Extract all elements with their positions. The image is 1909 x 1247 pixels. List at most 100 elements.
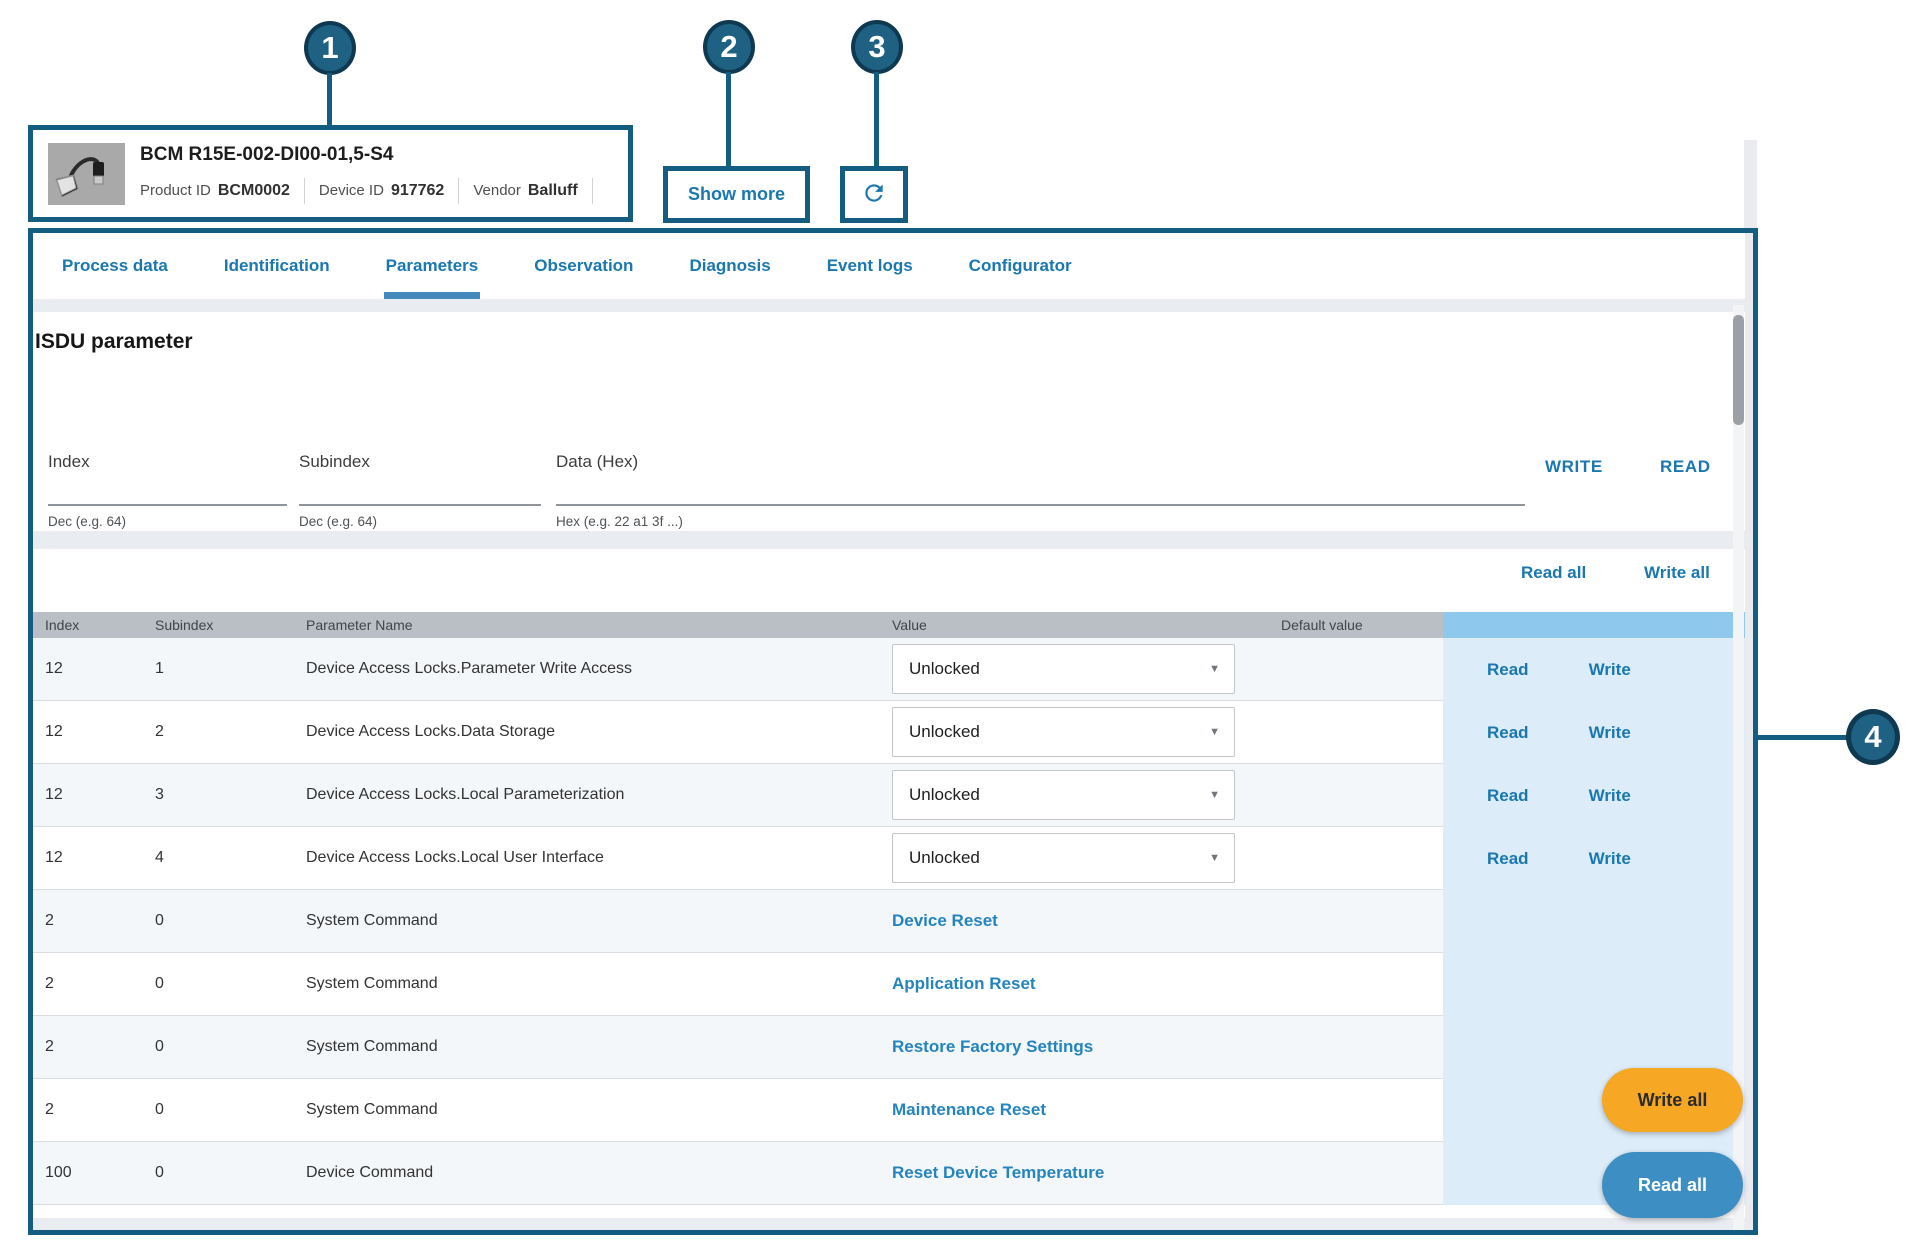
cell-subindex: 2 <box>155 723 306 741</box>
param-rows: 121Device Access Locks.Parameter Write A… <box>33 638 1745 1205</box>
command-link[interactable]: Maintenance Reset <box>892 1100 1046 1119</box>
cell-index: 12 <box>33 660 155 678</box>
content-scrollbar-thumb[interactable] <box>1733 315 1744 425</box>
device-title: BCM R15E-002-DI00-01,5-S4 <box>140 144 607 166</box>
cell-subindex: 4 <box>155 849 306 867</box>
refresh-button[interactable] <box>845 171 903 218</box>
cell-index: 2 <box>33 912 155 930</box>
row-read-link[interactable]: Read <box>1487 723 1529 743</box>
window-scrollbar-track[interactable] <box>1744 140 1757 228</box>
isdu-heading: ISDU parameter <box>35 330 193 354</box>
tab-configurator[interactable]: Configurator <box>967 233 1074 299</box>
floating-read-all-button[interactable]: Read all <box>1602 1152 1743 1218</box>
data-hex-hint: Hex (e.g. 22 a1 3f ...) <box>556 514 1525 529</box>
callout-4-badge: 4 <box>1846 709 1900 765</box>
header-subindex: Subindex <box>155 617 306 633</box>
cell-parameter-name: System Command <box>306 912 892 930</box>
row-write-link[interactable]: Write <box>1589 723 1631 743</box>
cell-parameter-name: Device Access Locks.Local Parameterizati… <box>306 786 892 804</box>
cell-subindex: 3 <box>155 786 306 804</box>
read-all-link[interactable]: Read all <box>1521 563 1586 583</box>
tab-diagnosis[interactable]: Diagnosis <box>687 233 772 299</box>
value-select[interactable]: Unlocked▼ <box>892 770 1235 820</box>
tab-event-logs[interactable]: Event logs <box>825 233 915 299</box>
cell-index: 12 <box>33 723 155 741</box>
value-select[interactable]: Unlocked▼ <box>892 644 1235 694</box>
cell-parameter-name: System Command <box>306 975 892 993</box>
write-all-link[interactable]: Write all <box>1644 563 1710 583</box>
tab-identification[interactable]: Identification <box>222 233 332 299</box>
chevron-down-icon: ▼ <box>1209 789 1220 801</box>
cell-value: Application Reset <box>892 974 1281 994</box>
cell-subindex: 0 <box>155 1038 306 1056</box>
index-input[interactable] <box>48 486 287 506</box>
panel-outer-scrollbar-track[interactable] <box>1745 233 1753 1230</box>
subindex-input[interactable] <box>299 486 541 506</box>
cell-actions: Read Write <box>1443 638 1745 701</box>
row-write-link[interactable]: Write <box>1589 786 1631 806</box>
refresh-icon <box>861 180 887 209</box>
isdu-subindex-field: Subindex Dec (e.g. 64) <box>299 452 541 529</box>
panel-footer-strip <box>33 1218 1745 1230</box>
cell-actions: Read Write <box>1443 764 1745 827</box>
index-label: Index <box>48 452 287 472</box>
annotation-box-device-info: BCM R15E-002-DI00-01,5-S4 Product ID BCM… <box>28 125 633 222</box>
header-value: Value <box>892 617 1281 633</box>
header-name: Parameter Name <box>306 617 892 633</box>
cell-value: Unlocked▼ <box>892 707 1281 757</box>
isdu-write-button[interactable]: WRITE <box>1545 457 1603 477</box>
isdu-read-button[interactable]: READ <box>1660 457 1711 477</box>
data-hex-label: Data (Hex) <box>556 452 1525 472</box>
device-id-value: 917762 <box>391 182 444 200</box>
device-photo <box>48 143 125 205</box>
show-more-button[interactable]: Show more <box>668 171 805 218</box>
value-select[interactable]: Unlocked▼ <box>892 707 1235 757</box>
table-row: 121Device Access Locks.Parameter Write A… <box>33 638 1745 701</box>
vendor-value: Balluff <box>528 182 578 200</box>
cell-value: Restore Factory Settings <box>892 1037 1281 1057</box>
value-select-label: Unlocked <box>909 659 980 679</box>
subindex-label: Subindex <box>299 452 541 472</box>
value-select[interactable]: Unlocked▼ <box>892 833 1235 883</box>
floating-write-all-button[interactable]: Write all <box>1602 1068 1743 1132</box>
cell-index: 2 <box>33 1038 155 1056</box>
cell-value: Unlocked▼ <box>892 770 1281 820</box>
command-link[interactable]: Reset Device Temperature <box>892 1163 1104 1182</box>
isdu-data-hex-field: Data (Hex) Hex (e.g. 22 a1 3f ...) <box>556 452 1525 529</box>
row-read-link[interactable]: Read <box>1487 849 1529 869</box>
callout-4-line <box>1758 735 1848 740</box>
chevron-down-icon: ▼ <box>1209 726 1220 738</box>
cell-actions <box>1443 953 1745 1016</box>
tab-parameters[interactable]: Parameters <box>384 233 481 299</box>
cell-value: Maintenance Reset <box>892 1100 1281 1120</box>
command-link[interactable]: Device Reset <box>892 911 998 930</box>
table-row: 20System CommandRestore Factory Settings <box>33 1016 1745 1079</box>
row-read-link[interactable]: Read <box>1487 660 1529 680</box>
command-link[interactable]: Restore Factory Settings <box>892 1037 1093 1056</box>
cell-parameter-name: System Command <box>306 1101 892 1119</box>
product-id-label: Product ID <box>140 182 211 199</box>
subindex-hint: Dec (e.g. 64) <box>299 514 541 529</box>
callout-1-badge: 1 <box>304 21 356 75</box>
meta-divider <box>458 178 459 204</box>
table-row: 20System CommandMaintenance Reset <box>33 1079 1745 1142</box>
row-read-link[interactable]: Read <box>1487 786 1529 806</box>
callout-2-badge: 2 <box>703 20 755 74</box>
cell-value: Device Reset <box>892 911 1281 931</box>
cell-subindex: 0 <box>155 1164 306 1182</box>
tab-process-data[interactable]: Process data <box>60 233 170 299</box>
tab-observation[interactable]: Observation <box>532 233 635 299</box>
cell-actions <box>1443 890 1745 953</box>
cell-parameter-name: Device Access Locks.Data Storage <box>306 723 892 741</box>
data-hex-input[interactable] <box>556 486 1525 506</box>
row-write-link[interactable]: Write <box>1589 849 1631 869</box>
cell-actions: Read Write <box>1443 701 1745 764</box>
device-id-label: Device ID <box>319 182 384 199</box>
header-actions <box>1443 612 1745 638</box>
command-link[interactable]: Application Reset <box>892 974 1036 993</box>
isdu-index-field: Index Dec (e.g. 64) <box>48 452 287 529</box>
header-index: Index <box>33 617 155 633</box>
cell-parameter-name: System Command <box>306 1038 892 1056</box>
row-write-link[interactable]: Write <box>1589 660 1631 680</box>
table-row: 122Device Access Locks.Data StorageUnloc… <box>33 701 1745 764</box>
